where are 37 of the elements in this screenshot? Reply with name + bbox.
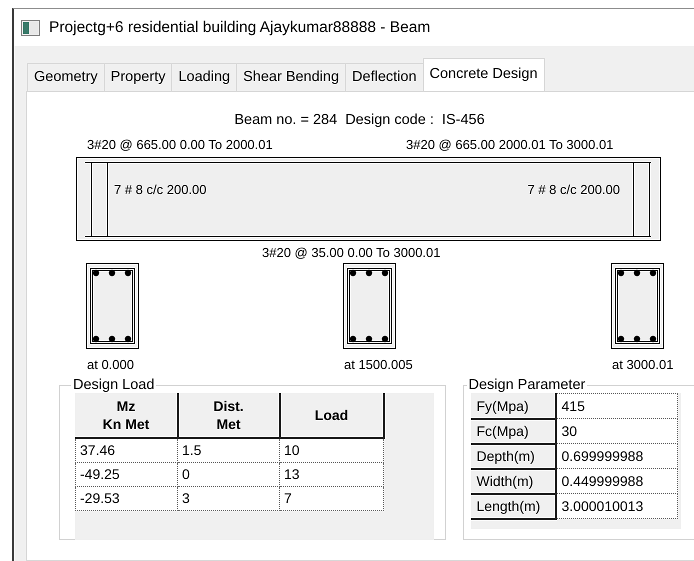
- rebar-label: 3#20 @ 665.00 2000.01 To 3000.01: [406, 137, 614, 152]
- parameter-value: 0.699999988: [556, 444, 678, 468]
- section-label: at 1500.005: [344, 357, 413, 372]
- table-cell: 3: [178, 486, 280, 510]
- parameter-value: 0.449999988: [556, 468, 678, 494]
- parameter-label: Fy(Mpa): [470, 394, 556, 418]
- parameter-label: Width(m): [470, 468, 556, 494]
- parameter-label: Fc(Mpa): [470, 418, 556, 444]
- section-label: at 3000.01: [612, 357, 674, 372]
- table-cell: 37.46: [76, 438, 178, 462]
- group-title: Design Load: [72, 377, 156, 393]
- table-cell: 13: [280, 462, 384, 486]
- group-title: Design Parameter: [468, 377, 586, 393]
- table-cell: 7: [280, 486, 384, 510]
- beam-design-header: Beam no. = 284 Design code : IS-456: [233, 111, 486, 129]
- parameter-value: 3.000010013: [556, 494, 678, 518]
- section-label: at 0.000: [87, 357, 134, 372]
- column-header: Load: [280, 393, 384, 438]
- stirrup-label: 7 # 8 c/c 200.00: [527, 182, 620, 197]
- table-cell: 0: [178, 462, 280, 486]
- tab[interactable]: Concrete Design: [422, 58, 545, 91]
- table-cell: 1.5: [178, 438, 280, 462]
- app-icon: [21, 20, 40, 36]
- rebar-label: 3#20 @ 35.00 0.00 To 3000.01: [262, 245, 440, 260]
- tab[interactable]: Geometry: [27, 63, 105, 91]
- rebar-label: 3#20 @ 665.00 0.00 To 2000.01: [87, 137, 273, 152]
- column-header: Mz Kn Met: [76, 393, 178, 438]
- column-header: Dist. Met: [178, 393, 280, 438]
- table-cell: 10: [280, 438, 384, 462]
- parameter-label: Length(m): [470, 494, 556, 518]
- table-cell: -49.25: [76, 462, 178, 486]
- window-title: Projectg+6 residential building Ajaykumar88888 - Beam: [49, 18, 430, 38]
- table-cell: -29.53: [76, 486, 178, 510]
- stirrup-label: 7 # 8 c/c 200.00: [114, 182, 207, 197]
- parameter-value: 30: [556, 418, 678, 444]
- parameter-label: Depth(m): [470, 444, 556, 468]
- parameter-value: 415: [556, 394, 678, 418]
